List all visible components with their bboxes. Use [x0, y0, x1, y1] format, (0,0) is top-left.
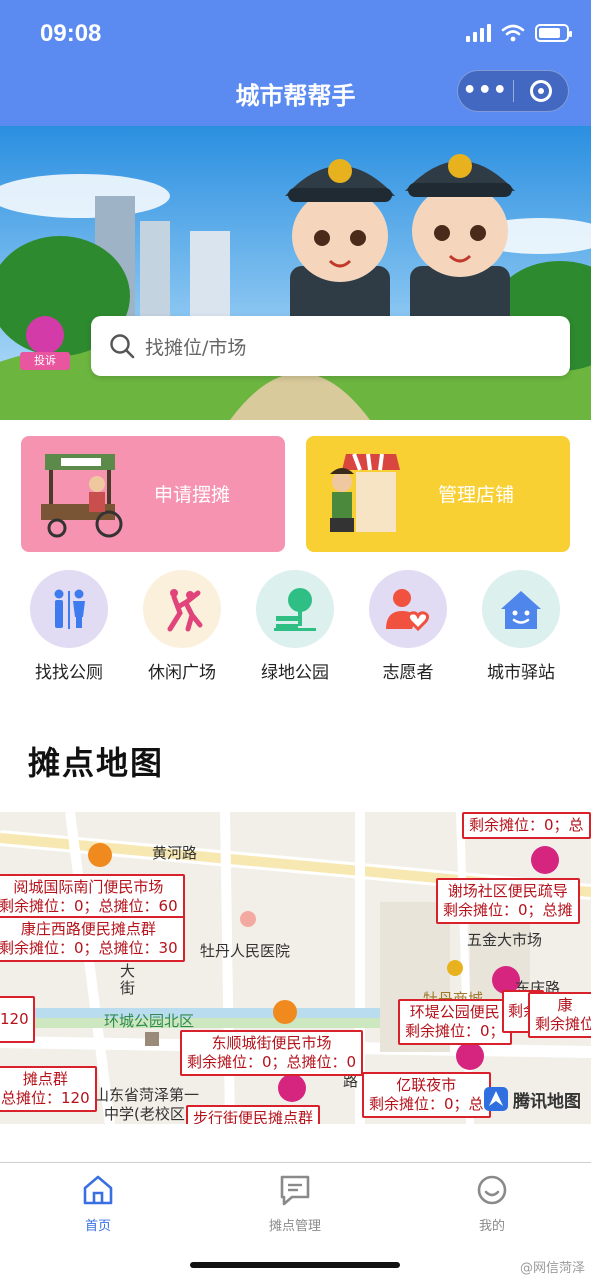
search-placeholder: 找摊位/市场 — [145, 336, 247, 359]
stall-marker-name: 亿联夜市 — [396, 1076, 457, 1094]
more-dots-icon[interactable]: ••• — [458, 80, 513, 102]
stall-marker-info: 总摊位：120 — [1, 1089, 90, 1107]
volunteer-icon — [369, 570, 447, 648]
tencent-map-icon — [484, 1087, 508, 1111]
stall-marker-name: 东顺城街便民市场 — [211, 1034, 332, 1052]
house-icon — [482, 570, 560, 648]
tab-stall-management-label: 摊点管理 — [268, 1219, 321, 1234]
shortcut-restroom-label: 找找公厕 — [35, 663, 103, 683]
home-icon — [83, 1175, 113, 1205]
stall-marker-name: 摊点群 — [22, 1070, 68, 1088]
park-icon — [256, 570, 334, 648]
map-place-label: 中学(老校区) — [104, 1105, 191, 1123]
battery-icon — [535, 24, 572, 42]
stall-marker-name: 康 — [557, 996, 573, 1014]
smile-icon — [477, 1175, 507, 1205]
stall-marker[interactable]: 东顺城街便民市场 剩余摊位：0；总摊位：0 — [180, 1030, 364, 1076]
app-page: 09:08 城市帮帮手 ••• 投诉 找摊位/市场 申请摆摊 管理店铺 找找公厕… — [0, 0, 591, 1280]
map-place-label: 五金大市场 — [467, 931, 543, 949]
stall-marker-name: 康庄西路便民摊点群 — [20, 920, 156, 938]
stall-cart-icon — [41, 454, 123, 538]
status-time: 09:08 — [40, 20, 102, 47]
apply-stall-card[interactable]: 申请摆摊 — [21, 436, 285, 552]
target-circle-icon[interactable] — [513, 80, 568, 102]
map-place-label: 环城公园北区 — [104, 1012, 195, 1030]
map-place-label: 山东省菏泽第一 — [94, 1086, 200, 1104]
shortcut-park-label: 绿地公园 — [261, 663, 329, 683]
navigation-header: 09:08 城市帮帮手 ••• — [0, 0, 591, 126]
complaint-avatar-icon — [26, 316, 64, 354]
stall-marker[interactable]: 步行街便民摊点群 — [186, 1105, 321, 1124]
stall-marker-info: 剩余摊位：0；总 — [369, 1095, 484, 1113]
stall-marker-info: 剩余摊位 — [535, 1015, 591, 1033]
map-place-label: 黄河路 — [152, 844, 198, 862]
stall-marker[interactable]: 120 — [0, 996, 35, 1043]
shop-vendor-icon — [330, 453, 400, 532]
map-provider-logo: 腾讯地图 — [483, 1086, 581, 1112]
stall-marker[interactable]: 摊点群 总摊位：120 — [0, 1066, 97, 1112]
stall-marker[interactable]: 阅城国际南门便民市场 剩余摊位：0；总摊位：60 — [0, 874, 185, 920]
stall-marker[interactable]: 亿联夜市 剩余摊位：0；总 — [362, 1072, 491, 1118]
shortcut-plaza-label: 休闲广场 — [148, 663, 216, 683]
search-icon — [110, 334, 135, 359]
stall-marker-info: 剩余摊位：0；总摊 — [443, 901, 573, 919]
shortcut-plaza[interactable]: 休闲广场 — [134, 570, 230, 685]
apply-stall-label: 申请摆摊 — [154, 484, 231, 506]
shortcut-volunteer[interactable]: 志愿者 — [360, 570, 456, 685]
home-indicator[interactable] — [190, 1262, 400, 1268]
shortcut-station-label: 城市驿站 — [487, 663, 555, 683]
complaint-label: 投诉 — [20, 352, 70, 370]
stall-marker[interactable]: 剩余摊位：0；总 — [462, 812, 591, 839]
stall-marker-name: 步行街便民摊点群 — [193, 1109, 314, 1124]
watermark: @网信菏泽 — [519, 1261, 585, 1276]
shortcut-station[interactable]: 城市驿站 — [473, 570, 569, 685]
message-icon — [280, 1175, 310, 1206]
stall-marker-info: 120 — [0, 1010, 29, 1028]
stall-marker-info: 剩余摊位：0； — [405, 1022, 505, 1040]
stall-marker-info: 剩余摊位：0；总摊位：30 — [0, 939, 178, 957]
manage-shop-card[interactable]: 管理店铺 — [306, 436, 570, 552]
tab-home[interactable]: 首页 — [43, 1173, 153, 1234]
stall-marker-info: 剩余摊位：0；总 — [469, 816, 584, 834]
tab-stall-management[interactable]: 摊点管理 — [240, 1173, 350, 1234]
dance-icon — [143, 570, 221, 648]
manage-shop-label: 管理店铺 — [438, 484, 515, 506]
stall-marker[interactable]: 康庄西路便民摊点群 剩余摊位：0；总摊位：30 — [0, 916, 185, 962]
wifi-icon — [501, 24, 525, 42]
complaint-button[interactable]: 投诉 — [20, 316, 70, 370]
shortcut-restroom[interactable]: 找找公厕 — [21, 570, 117, 685]
stall-marker-info: 剩余摊位：0；总摊位：0 — [187, 1053, 357, 1071]
restroom-icon — [30, 570, 108, 648]
stall-marker[interactable]: 环堤公园便民 剩余摊位：0； — [398, 999, 512, 1045]
stall-marker-name: 环堤公园便民 — [409, 1003, 500, 1021]
signal-icon — [466, 24, 491, 42]
map-provider-name: 腾讯地图 — [513, 1091, 581, 1112]
search-input[interactable]: 找摊位/市场 — [91, 316, 570, 376]
status-icons — [466, 24, 572, 42]
mini-program-capsule: ••• — [457, 70, 569, 112]
section-title: 摊点地图 — [28, 744, 165, 782]
stall-marker-name: 阅城国际南门便民市场 — [13, 878, 164, 896]
map-place-label: 牡丹人民医院 — [200, 942, 291, 960]
stall-map[interactable]: 黄河路 牡丹人民医院 五金大市场 环城公园北区 山东省菏泽第一 中学(老校区) … — [0, 812, 591, 1124]
stall-marker-name: 谢场社区便民疏导 — [447, 882, 568, 900]
tab-profile-label: 我的 — [478, 1219, 505, 1234]
stall-marker[interactable]: 谢场社区便民疏导 剩余摊位：0；总摊 — [436, 878, 580, 924]
map-place-label: 街 — [120, 979, 136, 997]
stall-marker-info: 剩余摊位：0；总摊位：60 — [0, 897, 178, 915]
tab-profile[interactable]: 我的 — [437, 1173, 547, 1234]
tab-home-label: 首页 — [84, 1219, 111, 1234]
stall-marker[interactable]: 康 剩余摊位 — [528, 992, 591, 1038]
shortcut-park[interactable]: 绿地公园 — [247, 570, 343, 685]
shortcut-volunteer-label: 志愿者 — [382, 663, 434, 683]
